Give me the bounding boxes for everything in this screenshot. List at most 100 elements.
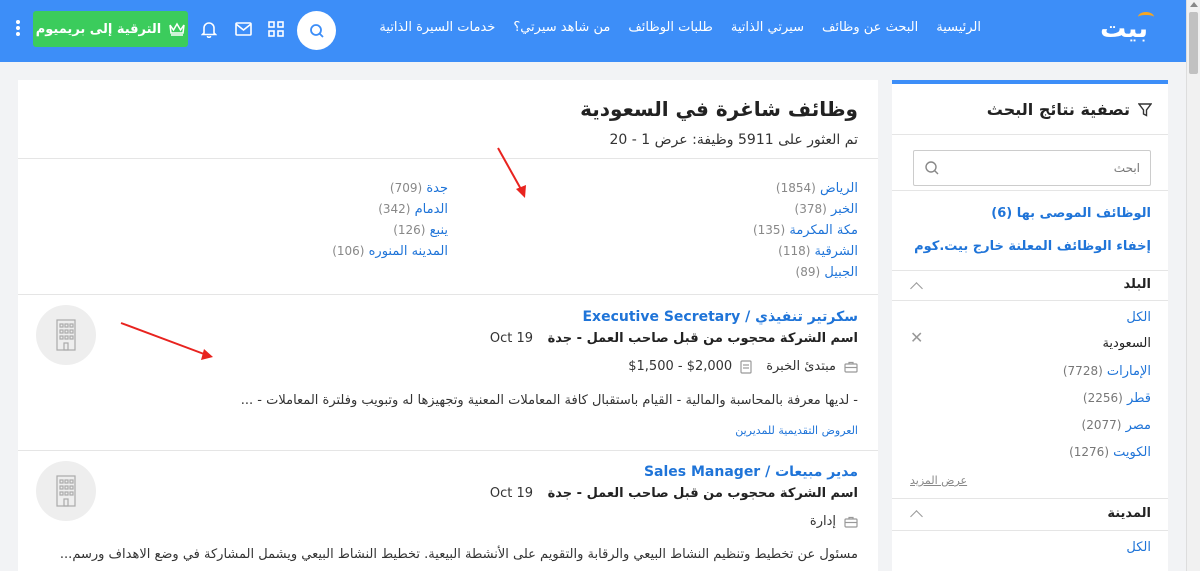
city-link[interactable]: جدة (709) (332, 178, 448, 199)
job-card[interactable]: مدير مبيعات / Sales Manager اسم الشركة م… (18, 451, 878, 571)
city-links-column: جدة (709) الدمام (342) ينبع (126) المدين… (332, 178, 448, 262)
country-count: (1276) (1069, 445, 1109, 459)
show-more-countries-link[interactable]: عرض المزيد (910, 474, 967, 487)
apps-grid-icon[interactable] (266, 19, 286, 39)
country-name: الكويت (1113, 445, 1151, 460)
briefcase-icon (844, 361, 858, 373)
upgrade-premium-label: الترقية إلى بريميوم (35, 21, 162, 37)
country-item[interactable]: الكويت (1276) (1069, 445, 1151, 460)
experience-level: إدارة (810, 514, 858, 529)
nav-home[interactable]: الرئيسية (936, 20, 981, 35)
city-link[interactable]: الرياض (1854) (753, 178, 858, 199)
salary: $1,500 - $2,000 (628, 359, 752, 374)
annotation-arrow-icon (120, 322, 213, 360)
country-item[interactable]: الإمارات (7728) (1063, 364, 1151, 379)
divider (892, 498, 1168, 499)
city-section-title[interactable]: المدينة (1107, 506, 1151, 521)
country-name: الكل (1126, 310, 1151, 325)
chevron-up-icon[interactable] (910, 510, 923, 523)
divider (892, 134, 1168, 135)
nav-job-search[interactable]: البحث عن وظائف (822, 20, 918, 35)
nav-my-cv[interactable]: سيرتي الذاتية (731, 20, 804, 35)
city-name: الكل (1126, 540, 1151, 555)
company-location: اسم الشركة محجوب من قبل صاحب العمل - جدة (547, 331, 858, 346)
job-tag[interactable]: العروض التقديمية للمديرين (735, 424, 858, 437)
filter-title: تصفية نتائج البحث (987, 100, 1152, 119)
chevron-up-icon[interactable] (910, 282, 923, 295)
divider (892, 190, 1168, 191)
company-location: اسم الشركة محجوب من قبل صاحب العمل - جدة (547, 486, 858, 501)
city-link[interactable]: مكة المكرمة (135) (753, 220, 858, 241)
city-link[interactable]: الخبر (378) (753, 199, 858, 220)
country-item[interactable]: مصر (2077) (1082, 418, 1151, 433)
hide-external-jobs-link[interactable]: إخفاء الوظائف المعلنة خارج بيت.كوم (914, 239, 1151, 254)
experience-level-text: مبتدئ الخبرة (766, 359, 836, 374)
city-link[interactable]: الجبيل (89) (753, 262, 858, 283)
company-logo-placeholder (36, 461, 96, 521)
country-count: (2256) (1082, 391, 1123, 405)
salary-text: $1,500 - $2,000 (628, 359, 733, 374)
building-icon (56, 319, 76, 351)
country-count: (7728) (1062, 364, 1103, 378)
top-navbar: بيت خدمات السيرة الذاتية من شاهد سيرتي؟ … (0, 0, 1186, 62)
filter-search-input[interactable] (940, 161, 1140, 175)
nav-applications[interactable]: طلبات الوظائف (628, 20, 713, 35)
filter-sidebar: تصفية نتائج البحث الوظائف الموصى بها (6)… (892, 80, 1168, 571)
remove-filter-close-icon[interactable]: ✕ (910, 328, 923, 347)
country-section-title[interactable]: البلد (1124, 277, 1151, 292)
job-company-line: اسم الشركة محجوب من قبل صاحب العمل - جدة… (490, 486, 858, 501)
salary-icon (740, 359, 752, 374)
divider (892, 270, 1168, 271)
page-scrollbar[interactable] (1186, 0, 1200, 571)
main-nav: خدمات السيرة الذاتية من شاهد سيرتي؟ طلبا… (379, 20, 981, 35)
country-name: الإمارات (1106, 364, 1151, 379)
header-search-button[interactable] (297, 11, 336, 50)
job-title-link[interactable]: مدير مبيعات / Sales Manager (644, 464, 858, 480)
country-name: السعودية (1102, 336, 1151, 351)
divider (18, 158, 878, 159)
crown-icon (169, 22, 186, 36)
more-menu-icon[interactable] (15, 18, 21, 40)
bell-icon[interactable] (199, 19, 219, 39)
results-count: تم العثور على 5911 وظيفة: عرض 1 - 20 (609, 132, 859, 148)
nav-cv-services[interactable]: خدمات السيرة الذاتية (379, 20, 495, 35)
country-name: مصر (1125, 418, 1151, 433)
city-link[interactable]: الشرقية (118) (753, 241, 858, 262)
country-item[interactable]: قطر (2256) (1083, 391, 1151, 406)
country-item-selected[interactable]: السعودية (1102, 336, 1151, 351)
job-company-line: اسم الشركة محجوب من قبل صاحب العمل - جدة… (490, 331, 858, 346)
filter-funnel-icon (1138, 102, 1152, 117)
city-link[interactable]: المدينه المنوره (106) (332, 241, 448, 262)
city-link[interactable]: ينبع (126) (332, 220, 448, 241)
city-link[interactable]: الدمام (342) (332, 199, 448, 220)
upgrade-premium-button[interactable]: الترقية إلى بريميوم (33, 11, 188, 47)
job-title-link[interactable]: سكرتير تنفيذي / Executive Secretary (582, 309, 858, 325)
country-item[interactable]: الكل (1126, 310, 1151, 325)
job-description: مسئول عن تخطيط وتنظيم النشاط البيعي والر… (59, 547, 858, 562)
job-card[interactable]: سكرتير تنفيذي / Executive Secretary اسم … (18, 295, 878, 450)
filter-search-box[interactable] (913, 150, 1151, 186)
job-date: Oct 19 (489, 331, 534, 346)
search-icon (925, 161, 939, 175)
recommended-jobs-link[interactable]: الوظائف الموصى بها (6) (991, 206, 1151, 221)
site-logo[interactable]: بيت (1100, 12, 1154, 44)
experience-level-text: إدارة (809, 514, 836, 529)
filter-title-text: تصفية نتائج البحث (986, 100, 1130, 119)
job-meta: مبتدئ الخبرة $1,500 - $2,000 (628, 359, 858, 374)
logo-smile-icon (1138, 12, 1154, 22)
scroll-thumb[interactable] (1189, 12, 1198, 74)
divider (892, 530, 1168, 531)
city-item[interactable]: الكل (1126, 540, 1151, 555)
job-meta: إدارة (810, 514, 858, 529)
divider (892, 300, 1168, 301)
job-description: - لديها معرفة بالمحاسبة والمالية - القيا… (240, 393, 858, 408)
country-name: قطر (1126, 391, 1151, 406)
scroll-up-arrow-icon[interactable] (1190, 2, 1198, 7)
mail-icon[interactable] (233, 19, 253, 39)
experience-level: مبتدئ الخبرة (766, 359, 858, 374)
search-icon (309, 23, 324, 38)
annotation-arrow-icon (497, 147, 526, 198)
nav-who-viewed[interactable]: من شاهد سيرتي؟ (513, 20, 610, 35)
job-date: Oct 19 (489, 486, 534, 501)
building-icon (56, 475, 76, 507)
